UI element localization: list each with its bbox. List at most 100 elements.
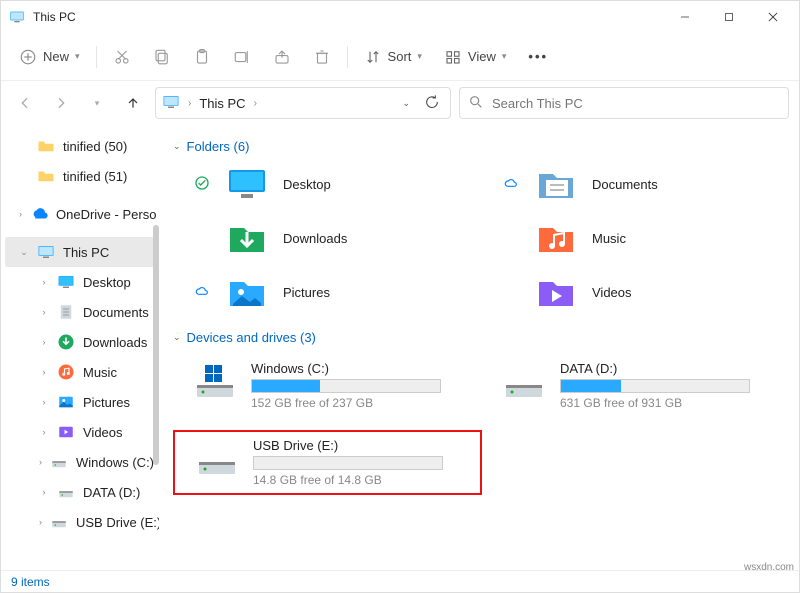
drive-icon bbox=[193, 361, 237, 401]
sidebar-item-onedrive-perso[interactable]: ›OneDrive - Perso bbox=[1, 199, 159, 229]
drive-usb-drive-e-[interactable]: USB Drive (E:) 14.8 GB free of 14.8 GB bbox=[173, 430, 482, 495]
sync-status-icon bbox=[193, 175, 211, 194]
address-dropdown[interactable]: ⌄ bbox=[398, 98, 414, 109]
folder-downloads[interactable]: Downloads bbox=[173, 218, 482, 258]
videos-icon bbox=[534, 272, 578, 312]
folder-label: Music bbox=[592, 231, 626, 246]
caret-icon: › bbox=[39, 337, 49, 347]
drive-label: DATA (D:) bbox=[560, 361, 783, 376]
chevron-down-icon: ⌄ bbox=[173, 141, 181, 152]
chevron-down-icon: ▾ bbox=[502, 51, 507, 62]
desktop-icon bbox=[57, 273, 75, 291]
toolbar: New ▾ Sort ▾ View ▾ ••• bbox=[1, 33, 799, 81]
music-icon bbox=[534, 218, 578, 258]
sidebar-item-label: tinified (51) bbox=[63, 169, 127, 184]
sync-status-icon bbox=[502, 175, 520, 194]
folder-documents[interactable]: Documents bbox=[482, 164, 791, 204]
sidebar-item-windows-c-[interactable]: ›Windows (C:) bbox=[1, 447, 159, 477]
pictures-icon bbox=[57, 393, 75, 411]
drive-free-text: 631 GB free of 931 GB bbox=[560, 396, 783, 410]
drive-icon bbox=[502, 361, 546, 401]
drive-free-text: 14.8 GB free of 14.8 GB bbox=[253, 473, 472, 487]
close-button[interactable] bbox=[751, 3, 795, 31]
sidebar-item-tinified-51-[interactable]: tinified (51) bbox=[1, 161, 159, 191]
sidebar-item-documents[interactable]: ›Documents bbox=[1, 297, 159, 327]
folder-label: Documents bbox=[592, 177, 658, 192]
address-bar[interactable]: › This PC › ⌄ bbox=[155, 87, 451, 119]
documents-icon bbox=[534, 164, 578, 204]
navigation-row: ▾ › This PC › ⌄ bbox=[1, 81, 799, 125]
forward-button[interactable] bbox=[47, 89, 75, 117]
main-pane: ⌄ Folders (6) Desktop Documents Downloads M… bbox=[159, 125, 799, 570]
chevron-down-icon: ▾ bbox=[75, 51, 80, 62]
watermark: wsxdn.com bbox=[744, 562, 794, 573]
desktop-icon bbox=[225, 164, 269, 204]
up-button[interactable] bbox=[119, 89, 147, 117]
sidebar-item-desktop[interactable]: ›Desktop bbox=[1, 267, 159, 297]
folder-music[interactable]: Music bbox=[482, 218, 791, 258]
share-button[interactable] bbox=[263, 39, 301, 75]
sidebar-item-pictures[interactable]: › Pictures bbox=[1, 387, 159, 417]
capacity-bar bbox=[251, 379, 441, 393]
videos-icon bbox=[57, 423, 75, 441]
chevron-right-icon: › bbox=[188, 98, 191, 109]
drive-label: USB Drive (E:) bbox=[253, 438, 472, 453]
status-text: 9 items bbox=[11, 575, 50, 589]
sidebar-item-label: USB Drive (E:) bbox=[76, 515, 159, 530]
view-button[interactable]: View ▾ bbox=[434, 39, 516, 75]
sidebar-item-label: Music bbox=[83, 365, 117, 380]
sidebar-item-label: Pictures bbox=[83, 395, 130, 410]
sidebar-item-label: Windows (C:) bbox=[76, 455, 154, 470]
sidebar-item-data-d-[interactable]: ›DATA (D:) bbox=[1, 477, 159, 507]
caret-icon: › bbox=[39, 427, 49, 437]
refresh-button[interactable] bbox=[420, 94, 444, 113]
title-bar: This PC bbox=[1, 1, 799, 33]
caret-icon: › bbox=[39, 367, 49, 377]
sidebar-item-videos[interactable]: ›Videos bbox=[1, 417, 159, 447]
drives-group-header[interactable]: ⌄ Devices and drives (3) bbox=[173, 330, 791, 345]
folder-label: Videos bbox=[592, 285, 632, 300]
sidebar-item-music[interactable]: › Music bbox=[1, 357, 159, 387]
back-button[interactable] bbox=[11, 89, 39, 117]
usb-icon bbox=[50, 513, 68, 531]
sidebar-item-tinified-50-[interactable]: tinified (50) bbox=[1, 131, 159, 161]
thispc-icon bbox=[162, 93, 180, 114]
folder-label: Desktop bbox=[283, 177, 331, 192]
new-button[interactable]: New ▾ bbox=[9, 39, 90, 75]
recent-button[interactable]: ▾ bbox=[83, 89, 111, 117]
rename-button[interactable] bbox=[223, 39, 261, 75]
maximize-button[interactable] bbox=[707, 3, 751, 31]
folder-pictures[interactable]: Pictures bbox=[173, 272, 482, 312]
folders-group-header[interactable]: ⌄ Folders (6) bbox=[173, 139, 791, 154]
search-input[interactable] bbox=[492, 96, 780, 111]
sort-button[interactable]: Sort ▾ bbox=[354, 39, 432, 75]
search-box[interactable] bbox=[459, 87, 789, 119]
folder-desktop[interactable]: Desktop bbox=[173, 164, 482, 204]
sidebar-item-label: Documents bbox=[83, 305, 149, 320]
window-title: This PC bbox=[33, 10, 663, 24]
drive-label: Windows (C:) bbox=[251, 361, 474, 376]
breadcrumb[interactable]: This PC bbox=[199, 96, 245, 111]
copy-button[interactable] bbox=[143, 39, 181, 75]
drive-data-d-[interactable]: DATA (D:) 631 GB free of 931 GB bbox=[482, 355, 791, 416]
more-button[interactable]: ••• bbox=[518, 39, 558, 75]
cut-button[interactable] bbox=[103, 39, 141, 75]
thispc-icon bbox=[37, 243, 55, 261]
paste-button[interactable] bbox=[183, 39, 221, 75]
delete-button[interactable] bbox=[303, 39, 341, 75]
downloads-icon bbox=[57, 333, 75, 351]
minimize-button[interactable] bbox=[663, 3, 707, 31]
drive-windows-c-[interactable]: Windows (C:)152 GB free of 237 GB bbox=[173, 355, 482, 416]
capacity-bar bbox=[253, 456, 443, 470]
thispc-icon bbox=[9, 9, 25, 25]
caret-icon: › bbox=[39, 397, 49, 407]
sidebar: tinified (50) tinified (51) ›OneDrive - Pe… bbox=[1, 125, 159, 570]
sidebar-item-usb-drive-e-[interactable]: ›USB Drive (E:) bbox=[1, 507, 159, 537]
sidebar-item-label: Desktop bbox=[83, 275, 131, 290]
sidebar-item-downloads[interactable]: ›Downloads bbox=[1, 327, 159, 357]
sidebar-item-this-pc[interactable]: ⌄This PC bbox=[5, 237, 155, 267]
scrollbar[interactable] bbox=[153, 225, 159, 465]
folder-videos[interactable]: Videos bbox=[482, 272, 791, 312]
caret-icon: › bbox=[19, 209, 22, 219]
folder-icon bbox=[37, 167, 55, 185]
